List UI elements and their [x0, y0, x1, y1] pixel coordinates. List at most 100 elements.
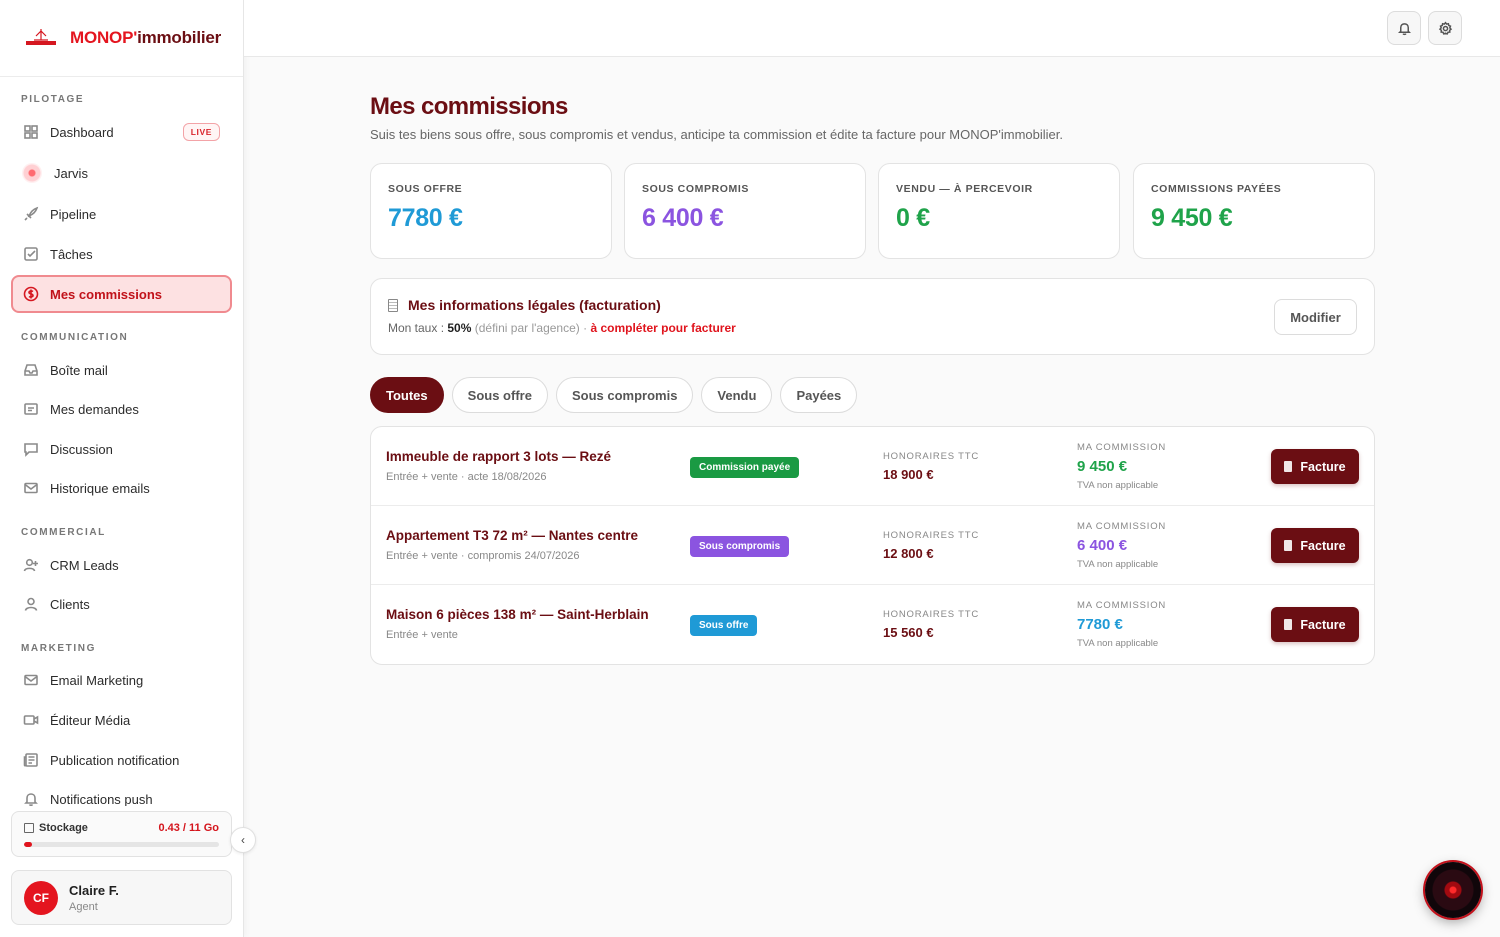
commissions-list: Immeuble de rapport 3 lots — Rezé Entrée…	[370, 426, 1375, 665]
stat-label: VENDU — À PERCEVOIR	[896, 183, 1033, 195]
inbox-icon	[23, 362, 39, 378]
sidebar-item-label: Mes demandes	[50, 401, 139, 417]
sidebar-item-label: Email Marketing	[50, 672, 144, 688]
assistant-orb-button[interactable]	[1425, 862, 1481, 918]
section-title-marketing: MARKETING	[21, 643, 96, 654]
deal-row[interactable]: Maison 6 pièces 138 m² — Saint-Herblain …	[371, 585, 1374, 664]
storage-label-wrap: Stockage	[24, 822, 88, 834]
commission-value: 6 400 €	[1077, 537, 1128, 554]
deal-row[interactable]: Appartement T3 72 m² — Nantes centre Ent…	[371, 506, 1374, 585]
page-subtitle: Suis tes biens sous offre, sous compromi…	[370, 127, 1063, 142]
rate-note: (défini par l'agence) ·	[474, 321, 588, 335]
sidebar-item-historique-emails[interactable]: Historique emails	[12, 470, 231, 506]
brand-logo-icon	[24, 26, 58, 50]
filter-toutes[interactable]: Toutes	[370, 377, 444, 413]
document-icon	[1284, 619, 1293, 630]
fees-value: 15 560 €	[883, 625, 934, 640]
invoice-button[interactable]: Facture	[1271, 449, 1359, 484]
checkbox-icon	[23, 246, 39, 262]
sidebar-item-pipeline[interactable]: Pipeline	[12, 196, 231, 232]
rocket-icon	[23, 206, 39, 222]
deal-title: Maison 6 pièces 138 m² — Saint-Herblain	[386, 607, 649, 622]
invoice-button[interactable]: Facture	[1271, 607, 1359, 642]
user-card[interactable]: CF Claire F. Agent	[11, 870, 232, 925]
deal-meta: Entrée + vente	[386, 629, 458, 641]
storage-widget: Stockage 0.43 / 11 Go	[11, 811, 232, 857]
legal-info-title-text: Mes informations légales (facturation)	[408, 297, 661, 313]
commission-value: 9 450 €	[1077, 458, 1128, 475]
deal-meta: Entrée + vente · acte 18/08/2026	[386, 471, 547, 483]
sidebar-item-jarvis[interactable]: Jarvis	[12, 155, 231, 191]
sidebar-item-publication-notification[interactable]: Publication notification	[12, 742, 231, 778]
sidebar-item-label: Mes commissions	[50, 286, 162, 302]
brand-name-part1: MONOP'	[70, 28, 138, 47]
notifications-button[interactable]	[1387, 11, 1421, 45]
sidebar-item-editeur-media[interactable]: Éditeur Média	[12, 702, 231, 738]
user-plus-icon	[23, 557, 39, 573]
newspaper-icon	[23, 752, 39, 768]
stat-value: 7780 €	[388, 204, 463, 232]
gear-icon	[1438, 20, 1452, 35]
user-name: Claire F.	[69, 882, 119, 898]
chat-bubble-icon	[23, 441, 39, 457]
stat-card-sous-offre: SOUS OFFRE 7780 €	[370, 163, 612, 259]
section-title-communication: COMMUNICATION	[21, 332, 129, 343]
user-role: Agent	[69, 900, 98, 913]
fees-value: 18 900 €	[883, 467, 934, 482]
legal-warning-link[interactable]: à compléter pour facturer	[590, 321, 735, 335]
page-title: Mes commissions	[370, 93, 568, 120]
sidebar-item-crm-leads[interactable]: CRM Leads	[12, 547, 231, 583]
deal-row[interactable]: Immeuble de rapport 3 lots — Rezé Entrée…	[371, 427, 1374, 506]
fees-label: HONORAIRES TTC	[883, 530, 980, 541]
storage-value: 0.43 / 11 Go	[158, 822, 219, 834]
sidebar-nav: PILOTAGE Dashboard LIVE Jarvis Pipeline …	[0, 80, 243, 806]
status-filters: Toutes Sous offre Sous compromis Vendu P…	[370, 377, 858, 413]
brand[interactable]: MONOP'immobilier	[0, 0, 243, 77]
jarvis-orb-icon	[22, 163, 42, 183]
sidebar-item-mes-commissions[interactable]: Mes commissions	[11, 275, 232, 313]
invoice-button-label: Facture	[1300, 459, 1346, 474]
stat-label: SOUS OFFRE	[388, 183, 463, 195]
stat-card-sous-compromis: SOUS COMPROMIS 6 400 €	[624, 163, 866, 259]
sidebar-item-clients[interactable]: Clients	[12, 586, 231, 622]
stat-value: 6 400 €	[642, 204, 724, 232]
sidebar-item-label: Boîte mail	[50, 362, 108, 378]
modify-button[interactable]: Modifier	[1274, 299, 1357, 335]
invoice-button-label: Facture	[1300, 538, 1346, 553]
filter-vendu[interactable]: Vendu	[701, 377, 773, 413]
storage-progress-fill	[24, 842, 32, 847]
commission-value: 7780 €	[1077, 616, 1123, 633]
sidebar-item-label: Historique emails	[50, 480, 150, 496]
sidebar-item-email-marketing[interactable]: Email Marketing	[12, 662, 231, 698]
legal-info-line: Mon taux : 50% (défini par l'agence) · à…	[388, 321, 1357, 335]
commission-label: MA COMMISSION	[1077, 442, 1167, 453]
grid-icon	[23, 124, 39, 140]
dollar-circle-icon	[23, 286, 39, 302]
sidebar-item-label: Dashboard	[50, 124, 114, 140]
sidebar-item-label: Pipeline	[50, 206, 97, 222]
sidebar-item-dashboard[interactable]: Dashboard LIVE	[12, 114, 231, 150]
message-square-icon	[23, 401, 39, 417]
collapse-sidebar-button[interactable]: ‹	[230, 827, 256, 853]
sidebar-item-boite-mail[interactable]: Boîte mail	[12, 352, 231, 388]
settings-button[interactable]	[1428, 11, 1462, 45]
sidebar-item-label: Tâches	[50, 246, 93, 262]
sidebar-item-label: Clients	[50, 596, 90, 612]
sidebar-item-mes-demandes[interactable]: Mes demandes	[12, 391, 231, 427]
commission-label: MA COMMISSION	[1077, 600, 1167, 611]
filter-payees[interactable]: Payées	[780, 377, 858, 413]
sidebar-item-discussion[interactable]: Discussion	[12, 431, 231, 467]
stat-value: 0 €	[896, 204, 930, 232]
filter-sous-offre[interactable]: Sous offre	[451, 377, 548, 413]
storage-progress-bar	[24, 842, 219, 847]
sidebar-item-taches[interactable]: Tâches	[12, 236, 231, 272]
stat-value: 9 450 €	[1151, 204, 1233, 232]
sidebar-item-label: Jarvis	[54, 165, 88, 181]
floppy-disk-icon	[24, 823, 34, 833]
stat-label: COMMISSIONS PAYÉES	[1151, 183, 1282, 195]
document-icon	[1284, 540, 1293, 551]
filter-sous-compromis[interactable]: Sous compromis	[555, 377, 694, 413]
legal-info-card: Mes informations légales (facturation) M…	[370, 278, 1375, 355]
sidebar-item-notifications-push[interactable]: Notifications push	[12, 781, 231, 806]
invoice-button[interactable]: Facture	[1271, 528, 1359, 563]
